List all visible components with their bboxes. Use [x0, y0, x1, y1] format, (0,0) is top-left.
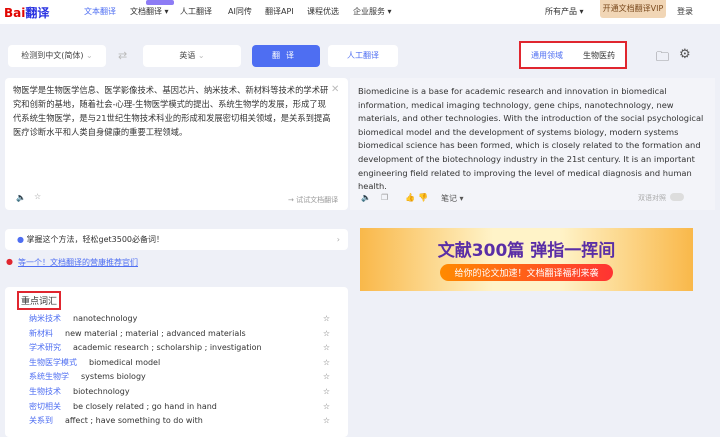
vocab-english: new material ; material ; advanced mater… [65, 328, 246, 338]
star-icon[interactable]: ☆ [323, 400, 330, 415]
vocab-chinese[interactable]: 系统生物学 [29, 372, 69, 381]
vocab-item: 关系到 affect ; have something to do with ☆ [17, 414, 336, 429]
vocab-item: 新材料 new material ; material ; advanced ma… [17, 327, 336, 342]
vocab-chinese[interactable]: 纳米技术 [29, 314, 61, 323]
login-link[interactable]: 登录 [677, 6, 693, 17]
star-icon[interactable]: ☆ [323, 356, 330, 371]
source-language-select[interactable]: 检测到中文(简体) ⌄ [8, 45, 106, 67]
vocab-chinese[interactable]: 生物医学模式 [29, 358, 77, 367]
new-badge [146, 0, 174, 5]
vocab-english: nanotechnology [73, 314, 138, 323]
vocab-chinese[interactable]: 生物技术 [29, 387, 61, 396]
promo-link[interactable]: 等一个！文档翻译的营康推荐官们 [18, 257, 138, 268]
all-products-menu[interactable]: 所有产品 ▾ [545, 6, 584, 17]
star-icon[interactable]: ☆ [323, 385, 330, 400]
baidu-translate-logo[interactable]: Bai翻译 [4, 4, 49, 21]
star-icon[interactable]: ☆ [323, 370, 330, 385]
vocab-title: 重点词汇 [17, 291, 62, 310]
vocab-english: be closely related ; go hand in hand [73, 401, 217, 411]
vocab-item: 密切相关 be closely related ; go hand in hand… [17, 400, 336, 415]
vocab-item: 学术研究 academic research ; scholarship ; in… [17, 341, 336, 356]
human-translate-button[interactable]: 人工翻译 [328, 45, 398, 67]
gear-icon[interactable]: ⚙ [679, 47, 691, 62]
close-icon[interactable]: ✕ [331, 84, 339, 95]
banner-title: 文献300篇 弹指一挥间 [437, 241, 616, 261]
source-text-panel[interactable]: 物医学是生物医学信息、医学影像技术、基因芯片、纳米技术、新材料等技术的学术研究和… [5, 78, 348, 210]
nav-courses[interactable]: 课程优选 [307, 6, 339, 17]
domain-selected[interactable]: 生物医药 [583, 50, 615, 61]
domain-selector[interactable]: 通用领域 生物医药 [519, 41, 627, 69]
fire-icon: ● [6, 257, 13, 266]
chevron-down-icon: ⌄ [197, 51, 205, 60]
top-nav: Bai翻译 文本翻译 文档翻译 ▾ 人工翻译 AI同传 翻译API 课程优选 企… [0, 0, 720, 24]
vocab-item: 生物技术 biotechnology ☆ [17, 385, 336, 400]
target-language-select[interactable]: 英语 ⌄ [143, 45, 241, 67]
bilingual-toggle[interactable] [670, 193, 684, 201]
vocab-english: academic research ; scholarship ; invest… [73, 343, 262, 353]
vocab-chinese[interactable]: 学术研究 [29, 343, 61, 352]
nav-text-translate[interactable]: 文本翻译 [84, 6, 116, 17]
star-icon[interactable]: ☆ [323, 341, 330, 356]
translate-button[interactable]: 翻译 [252, 45, 320, 67]
banner-subtitle: 给你的论文加速！文档翻译福利来袭 [440, 264, 613, 281]
tip-icon: ● [17, 235, 24, 244]
vocab-english: biomedical model [89, 357, 161, 367]
bilingual-label: 双语对照 [638, 194, 666, 202]
folder-icon[interactable]: 🗀 [656, 48, 669, 70]
promo-banner[interactable]: 文献300篇 弹指一挥间 给你的论文加速！文档翻译福利来袭 [360, 228, 693, 291]
vocab-item: 系统生物学 systems biology ☆ [17, 370, 336, 385]
star-icon[interactable]: ☆ [323, 414, 330, 429]
translation-panel: Biomedicine is a base for academic resea… [350, 78, 715, 210]
vocab-english: affect ; have something to do with [65, 416, 203, 426]
try-doc-translate-link[interactable]: → 试试文档翻译 [288, 195, 338, 205]
star-icon[interactable]: ☆ [34, 192, 41, 201]
nav-ai-interpret[interactable]: AI同传 [228, 6, 252, 17]
star-icon[interactable]: ☆ [323, 312, 330, 327]
notes-menu[interactable]: 笔记 ▾ [441, 193, 464, 204]
vocab-chinese[interactable]: 新材料 [29, 329, 53, 338]
thumbs-up-icon[interactable]: 👍 [405, 193, 415, 202]
speaker-icon[interactable]: 🔈 [16, 193, 26, 202]
vocab-english: systems biology [81, 372, 146, 382]
vocab-chinese[interactable]: 关系到 [29, 416, 53, 425]
thumbs-down-icon[interactable]: 👎 [418, 193, 428, 202]
tip-bar[interactable]: ● 掌握这个方法，轻松get3500必备词！ › [5, 229, 348, 250]
chevron-down-icon: ⌄ [86, 51, 93, 60]
nav-human-translate[interactable]: 人工翻译 [180, 6, 212, 17]
nav-enterprise[interactable]: 企业服务 ▾ [353, 6, 392, 17]
copy-icon[interactable]: ❐ [381, 193, 388, 202]
star-icon[interactable]: ☆ [323, 327, 330, 342]
nav-api[interactable]: 翻译API [265, 6, 294, 17]
swap-icon[interactable]: ⇄ [118, 49, 127, 62]
translation-text: Biomedicine is a base for academic resea… [358, 86, 704, 192]
vocab-item: 生物医学模式 biomedical model ☆ [17, 356, 336, 371]
nav-doc-translate[interactable]: 文档翻译 ▾ [130, 6, 169, 17]
chevron-right-icon: › [336, 235, 340, 244]
vocab-item: 纳米技术 nanotechnology ☆ [17, 312, 336, 327]
vip-button[interactable]: 开通文档翻译VIP [600, 0, 666, 18]
source-text[interactable]: 物医学是生物医学信息、医学影像技术、基因芯片、纳米技术、新材料等技术的学术研究和… [13, 83, 331, 139]
domain-general[interactable]: 通用领域 [531, 50, 563, 61]
vocab-english: biotechnology [73, 386, 130, 396]
vocab-chinese[interactable]: 密切相关 [29, 402, 61, 411]
speaker-icon[interactable]: 🔈 [361, 193, 371, 202]
key-vocabulary-panel: 重点词汇 纳米技术 nanotechnology ☆ 新材料 new material … [5, 287, 348, 437]
